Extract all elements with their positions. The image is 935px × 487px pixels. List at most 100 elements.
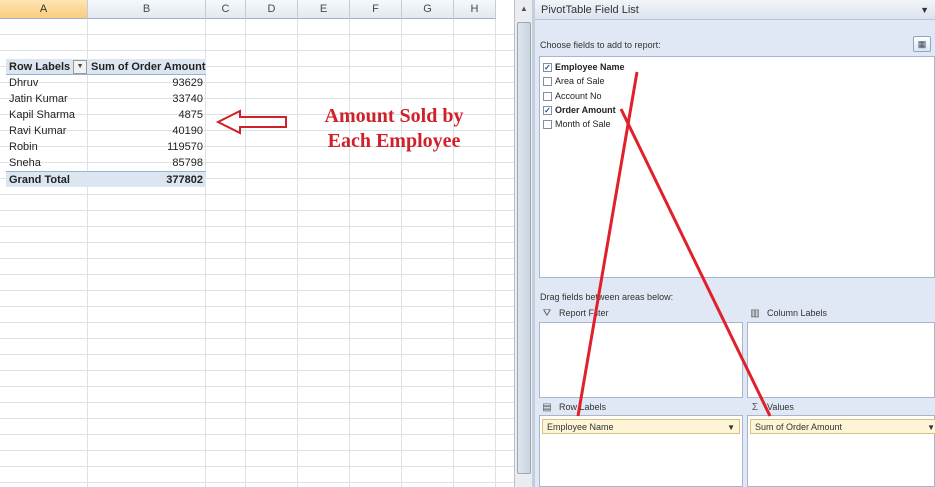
pane-options-dropdown-icon[interactable]: ▼ [920, 0, 929, 20]
choose-fields-label: Choose fields to add to report: [540, 40, 661, 50]
annotation-line-2: Each Employee [327, 130, 461, 152]
row-value-cell: 119570 [167, 141, 203, 153]
row-label-cell: Ravi Kumar [9, 125, 67, 137]
chevron-down-icon[interactable]: ▼ [927, 420, 935, 435]
grid-row-line [0, 467, 514, 483]
grid-row-line [0, 243, 514, 259]
row-field-text: Employee Name [547, 422, 614, 432]
scroll-up-icon[interactable]: ▲ [518, 4, 530, 16]
row-labels-text: Row Labels [559, 402, 607, 412]
value-field-text: Sum of Order Amount [755, 422, 843, 432]
row-value-cell: 93629 [172, 77, 203, 89]
row-label-cell: Sneha [9, 157, 41, 169]
row-value-cell: 85798 [172, 157, 203, 169]
row-label-cell: Kapil Sharma [9, 109, 76, 121]
column-header-b[interactable]: B [88, 0, 206, 19]
grid-row-line [0, 227, 514, 243]
grid-row-line [0, 211, 514, 227]
sum-of-order-amount-header: Sum of Order Amount [88, 59, 206, 75]
row-labels-header: Row Labels ▼ [6, 59, 88, 75]
row-value-cell: 4875 [178, 109, 203, 121]
field-label: Order Amount [555, 104, 616, 115]
pane-title: PivotTable Field List ▼ [535, 0, 935, 20]
column-labels-text: Column Labels [767, 308, 828, 318]
grid-row-line [0, 435, 514, 451]
row-label-cell: Robin [9, 141, 38, 153]
report-filter-text: Report Filter [559, 308, 609, 318]
grid-row-line [0, 275, 514, 291]
field-checkbox[interactable] [543, 91, 552, 101]
row-value-cell: 33740 [172, 93, 203, 105]
annotation-text: Amount Sold by Each Employee [289, 104, 499, 154]
sigma-icon: Σ [751, 402, 759, 413]
grid-row-line [0, 323, 514, 339]
grid-row-line [0, 387, 514, 403]
grid-row-line [0, 291, 514, 307]
column-header-f[interactable]: F [350, 0, 402, 19]
report-filter-label: ⛛ Report Filter [541, 306, 609, 320]
row-labels-header-text: Row Labels [9, 61, 71, 73]
field-label: Employee Name [555, 62, 625, 72]
pivot-field-list-pane: PivotTable Field List ▼ Choose fields to… [535, 0, 935, 487]
field-label: Area of Sale [555, 76, 605, 87]
drag-fields-label: Drag fields between areas below: [540, 292, 674, 302]
grand-total-value: 377802 [88, 171, 206, 187]
scrollbar-thumb[interactable] [517, 22, 531, 474]
grid-row-line [0, 483, 514, 487]
chevron-down-icon[interactable]: ▼ [727, 420, 735, 435]
report-filter-area[interactable] [539, 322, 743, 398]
field-item[interactable]: Account No [543, 89, 602, 103]
pane-title-text: PivotTable Field List [541, 4, 639, 16]
row-value-cell: 40190 [172, 125, 203, 137]
column-header-d[interactable]: D [246, 0, 298, 19]
values-text: Values [767, 402, 794, 412]
row-label-cell: Jatin Kumar [9, 93, 68, 105]
column-header-e[interactable]: E [298, 0, 350, 19]
grid-row-line [0, 35, 514, 51]
field-label: Month of Sale [555, 119, 611, 130]
field-checkbox[interactable] [543, 77, 552, 87]
field-list: ✓ Employee Name Area of Sale Account No ✓ Ord… [539, 56, 935, 278]
grid-row-line [0, 259, 514, 275]
row-labels-area[interactable]: Employee Name ▼ [539, 415, 743, 487]
grid-row-line [0, 403, 514, 419]
grid-row-line [0, 419, 514, 435]
field-item[interactable]: Month of Sale [543, 117, 611, 131]
grid-row-line [0, 355, 514, 371]
values-area[interactable]: Sum of Order Amount ▼ [747, 415, 935, 487]
layout-grid-icon: ▦ [917, 39, 927, 49]
field-checkbox[interactable]: ✓ [543, 63, 552, 73]
column-labels-area[interactable] [747, 322, 935, 398]
field-item[interactable]: ✓ Employee Name [543, 60, 625, 74]
columns-icon: ▥ [750, 308, 760, 319]
row-labels-label: ▤ Row Labels [541, 400, 606, 414]
grand-total-label: Grand Total [6, 171, 88, 187]
rows-icon: ▤ [542, 402, 552, 413]
column-header-g[interactable]: G [402, 0, 454, 19]
column-header-h[interactable]: H [454, 0, 496, 19]
grid-row-line [0, 371, 514, 387]
column-header-c[interactable]: C [206, 0, 246, 19]
field-item[interactable]: Area of Sale [543, 74, 605, 88]
value-field-pill[interactable]: Sum of Order Amount ▼ [750, 419, 935, 434]
column-header-a[interactable]: A [0, 0, 88, 19]
field-checkbox[interactable] [543, 120, 552, 130]
grid-row-line [0, 451, 514, 467]
annotation-line-1: Amount Sold by [324, 105, 464, 127]
spreadsheet-grid[interactable]: ABCDEFGH Row Labels ▼ Sum of Order Amount D… [0, 0, 514, 487]
filter-dropdown-icon[interactable]: ▼ [73, 60, 88, 74]
grid-row-line [0, 339, 514, 355]
field-checkbox[interactable]: ✓ [543, 106, 552, 116]
vertical-scrollbar[interactable]: ▲ [514, 0, 532, 487]
row-field-pill[interactable]: Employee Name ▼ [542, 419, 740, 434]
field-label: Account No [555, 90, 602, 101]
column-labels-label: ▥ Column Labels [749, 306, 827, 320]
field-item[interactable]: ✓ Order Amount [543, 103, 616, 117]
grid-row-line [0, 195, 514, 211]
values-label: Σ Values [749, 400, 794, 414]
layout-options-button[interactable]: ▦ [913, 36, 931, 52]
grid-row-line [0, 19, 514, 35]
filter-icon: ⛛ [542, 308, 552, 319]
grid-row-line [0, 307, 514, 323]
row-label-cell: Dhruv [9, 77, 39, 89]
